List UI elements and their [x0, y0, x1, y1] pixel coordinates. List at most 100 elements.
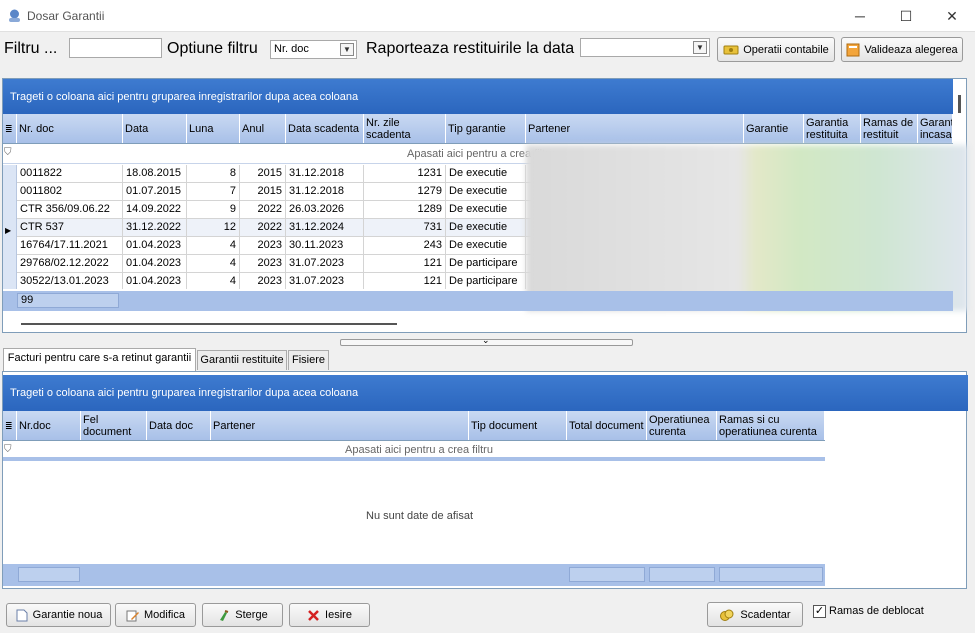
current-row-indicator-icon: ▶ — [5, 226, 12, 235]
cell-nr-zile: 1289 — [364, 201, 446, 219]
new-guarantee-button[interactable]: Garantie noua — [6, 603, 111, 627]
cell-nr-zile: 1231 — [364, 165, 446, 183]
chevron-down-icon[interactable]: ▼ — [693, 41, 707, 54]
title-bar: Dosar Garantii ─ ☐ ✕ — [0, 0, 975, 32]
window-title: Dosar Garantii — [27, 9, 105, 23]
cell-tip-garantie: De executie — [446, 183, 526, 201]
cell-nr-zile: 121 — [364, 273, 446, 289]
col2-nr-doc[interactable]: Nr.doc — [17, 411, 81, 440]
cell-nr-doc: CTR 356/09.06.22 — [17, 201, 123, 219]
column-chooser-icon[interactable]: ≣ — [3, 114, 17, 143]
empty-message: Nu sunt date de afisat — [366, 510, 474, 522]
cell-nr-doc: 0011802 — [17, 183, 123, 201]
cell-data-scadenta: 31.07.2023 — [286, 273, 364, 289]
operations-button[interactable]: Operatii contabile — [717, 37, 835, 62]
col2-partener[interactable]: Partener — [211, 411, 469, 440]
filter-input[interactable] — [69, 38, 162, 58]
cell-data: 31.12.2022 — [123, 219, 187, 237]
cell-data-scadenta: 31.07.2023 — [286, 255, 364, 273]
tab-fisiere[interactable]: Fisiere — [288, 350, 329, 370]
cell-luna: 12 — [187, 219, 240, 237]
column-chooser-icon[interactable]: ≣ — [3, 411, 17, 440]
col-garantia-incasata[interactable]: Garantia incasata — [918, 114, 953, 143]
col2-operatiunea-curenta[interactable]: Operatiunea curenta — [647, 411, 717, 440]
col-data-scadenta[interactable]: Data scadenta — [286, 114, 364, 143]
chevron-down-icon[interactable]: ▼ — [340, 43, 354, 56]
col-ramas[interactable]: Ramas de restituit — [861, 114, 918, 143]
cell-data-scadenta: 31.12.2024 — [286, 219, 364, 237]
col-nr-doc[interactable]: Nr. doc — [17, 114, 123, 143]
new-document-icon — [16, 609, 28, 621]
close-button[interactable]: ✕ — [929, 0, 975, 32]
tab-garantii-restituite[interactable]: Garantii restituite — [197, 350, 287, 370]
cell-nr-zile: 243 — [364, 237, 446, 255]
cell-anul: 2015 — [240, 183, 286, 201]
schedule-button[interactable]: Scadentar — [707, 602, 803, 627]
cell-nr-zile: 731 — [364, 219, 446, 237]
col-garantia-restituita[interactable]: Garantia restituita — [804, 114, 861, 143]
filter-icon: ⛉ — [4, 147, 12, 158]
cell-nr-doc: 30522/13.01.2023 — [17, 273, 123, 289]
minimize-button[interactable]: ─ — [837, 0, 883, 32]
operations-button-label: Operatii contabile — [743, 43, 829, 56]
splitter-handle[interactable]: ⌄ — [340, 335, 633, 346]
horizontal-scrollbar[interactable] — [21, 323, 397, 325]
cell-nr-doc: CTR 537 — [17, 219, 123, 237]
cell-tip-garantie: De executie — [446, 201, 526, 219]
cell-luna: 7 — [187, 183, 240, 201]
footer-summary-operatiune — [649, 567, 715, 582]
col-luna[interactable]: Luna — [187, 114, 240, 143]
exit-button[interactable]: Iesire — [289, 603, 370, 627]
col2-fel-document[interactable]: Fel document — [81, 411, 147, 440]
cell-anul: 2023 — [240, 255, 286, 273]
cell-data: 01.07.2015 — [123, 183, 187, 201]
col-tip-garantie[interactable]: Tip garantie — [446, 114, 526, 143]
cell-data-scadenta: 30.11.2023 — [286, 237, 364, 255]
chevron-down-icon: ⌄ — [482, 335, 490, 345]
cell-anul: 2015 — [240, 165, 286, 183]
maximize-button[interactable]: ☐ — [883, 0, 929, 32]
option-filter-value: Nr. doc — [274, 43, 309, 55]
col-anul[interactable]: Anul — [240, 114, 286, 143]
invoices-grid: Trageti o coloana aici pentru gruparea i… — [2, 371, 968, 589]
filter-row-text-2[interactable]: Apasati aici pentru a crea filtru — [345, 444, 493, 456]
validate-button[interactable]: Valideaza alegerea — [841, 37, 963, 62]
edit-button[interactable]: Modifica — [115, 603, 196, 627]
delete-button[interactable]: Sterge — [202, 603, 283, 627]
cell-anul: 2022 — [240, 201, 286, 219]
filter-row-2[interactable]: ⛉ Apasati aici pentru a crea filtru — [3, 441, 825, 461]
report-date-label: Raporteaza restituirile la data — [366, 40, 575, 57]
option-filter-select[interactable]: Nr. doc ▼ — [270, 40, 357, 59]
grid-header: ≣ Nr. doc Data Luna Anul Data scadenta N… — [3, 114, 953, 144]
validate-button-label: Valideaza alegerea — [864, 43, 958, 56]
filter-icon: ⛉ — [4, 444, 12, 455]
cell-tip-garantie: De participare — [446, 255, 526, 273]
col2-ramas-operatiunea[interactable]: Ramas si cu operatiunea curenta — [717, 411, 825, 440]
cell-anul: 2023 — [240, 237, 286, 255]
group-by-panel[interactable]: Trageti o coloana aici pentru gruparea i… — [3, 79, 953, 114]
unlock-label: Ramas de deblocat — [829, 605, 924, 617]
cell-data: 01.04.2023 — [123, 273, 187, 289]
new-guarantee-label: Garantie noua — [32, 609, 103, 621]
coins-icon — [720, 609, 734, 621]
col-partener[interactable]: Partener — [526, 114, 744, 143]
cell-luna: 9 — [187, 201, 240, 219]
unlock-checkbox[interactable]: ✓ — [813, 605, 826, 618]
group-by-panel-2[interactable]: Trageti o coloana aici pentru gruparea i… — [3, 375, 968, 411]
col2-data-doc[interactable]: Data doc — [147, 411, 211, 440]
cell-data: 01.04.2023 — [123, 237, 187, 255]
report-date-select[interactable]: ▼ — [580, 38, 710, 57]
col-data[interactable]: Data — [123, 114, 187, 143]
tab-facturi[interactable]: Facturi pentru care s-a retinut garantii — [3, 348, 196, 371]
cell-luna: 8 — [187, 165, 240, 183]
col2-tip-document[interactable]: Tip document — [469, 411, 567, 440]
app-icon — [9, 9, 20, 22]
cell-data-scadenta: 26.03.2026 — [286, 201, 364, 219]
col-garantie[interactable]: Garantie — [744, 114, 804, 143]
cell-luna: 4 — [187, 255, 240, 273]
guarantees-grid: Trageti o coloana aici pentru gruparea i… — [2, 78, 968, 333]
col-nr-zile[interactable]: Nr. zile scadenta — [364, 114, 446, 143]
cell-data: 14.09.2022 — [123, 201, 187, 219]
vertical-scrollbar[interactable] — [958, 95, 961, 113]
col2-total-document[interactable]: Total document — [567, 411, 647, 440]
